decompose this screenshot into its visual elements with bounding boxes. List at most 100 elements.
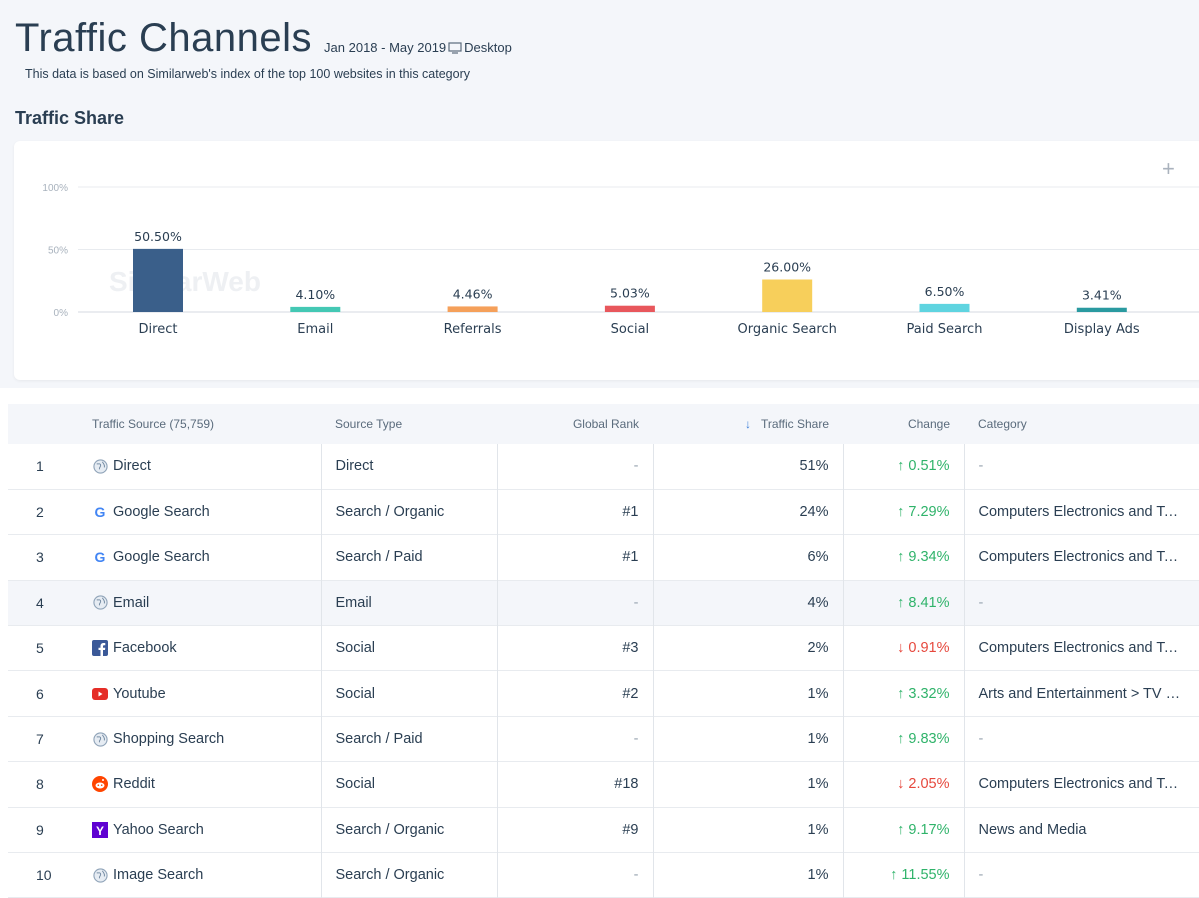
y-tick-label: 0% <box>54 308 69 319</box>
row-index: 10 <box>36 867 52 884</box>
change-cell: ↑ 0.51% <box>842 444 964 490</box>
globe-icon <box>92 731 108 747</box>
row-index: 5 <box>36 640 44 657</box>
table-row[interactable]: 10 Image Search Search / Organic -1% ↑ 11.55… <box>8 852 1199 898</box>
table-row[interactable]: 2 G Google Search Search / Organic #1 24% ↑ 7.… <box>8 489 1199 535</box>
y-tick-label: 100% <box>42 183 68 194</box>
traffic-share-cell: 1% <box>652 670 843 717</box>
bar <box>919 303 970 312</box>
bar <box>1076 307 1127 312</box>
change-cell: ↓ 0.91% <box>842 625 964 671</box>
google-icon: G <box>94 549 106 566</box>
category-cell[interactable]: - <box>963 580 1199 626</box>
global-rank-cell: #1 <box>496 489 653 535</box>
change-cell: ↑ 7.29% <box>842 489 964 535</box>
change-value: 3.32% <box>908 685 950 702</box>
table-row[interactable]: 5 Facebook Social #3 2% ↓ 0.91% Computers Elec… <box>8 625 1199 671</box>
source-type-cell: Search / Paid <box>320 716 497 762</box>
change-down-icon: ↓ <box>897 640 905 657</box>
category-cell[interactable]: - <box>963 444 1199 490</box>
table-row[interactable]: 9 Y Yahoo Search Search / Organic #9 1% ↑ 9.17… <box>8 807 1199 853</box>
category-cell[interactable]: - <box>963 716 1199 762</box>
table-row[interactable]: 3 G Google Search Search / Paid #1 6% ↑ 9.34% C… <box>8 534 1199 581</box>
row-index: 2 <box>36 504 44 521</box>
traffic-source-name[interactable]: Facebook <box>113 640 177 656</box>
change-up-icon: ↑ <box>897 458 905 475</box>
traffic-source-cell[interactable]: Email <box>78 580 321 625</box>
traffic-source-name[interactable]: Image Search <box>113 867 203 883</box>
change-up-icon: ↑ <box>897 685 905 702</box>
category-cell[interactable]: Computers Electronics and Technology <box>963 489 1199 535</box>
category-cell[interactable]: - <box>963 852 1199 898</box>
change-value: 9.83% <box>908 731 950 748</box>
sort-down-icon: ↓ <box>744 417 751 431</box>
col-traffic-source[interactable]: Traffic Source (75,759) <box>78 404 321 444</box>
change-cell: ↑ 3.32% <box>842 670 964 717</box>
traffic-source-cell[interactable]: Shopping Search <box>78 716 321 761</box>
global-rank-cell: #2 <box>496 670 653 717</box>
traffic-source-name[interactable]: Shopping Search <box>113 731 224 747</box>
source-type-cell: Social <box>320 670 497 717</box>
traffic-source-cell[interactable]: Facebook <box>78 626 321 671</box>
traffic-source-name[interactable]: Youtube <box>113 686 166 702</box>
traffic-source-cell[interactable]: Image Search <box>78 853 321 898</box>
category-cell[interactable]: Computers Electronics and Technology <box>963 761 1199 808</box>
category-cell[interactable]: News and Media <box>963 807 1199 853</box>
traffic-share-cell: 51% <box>652 444 843 490</box>
col-traffic-share[interactable]: ↓ Traffic Share <box>653 404 843 444</box>
table-row[interactable]: 8 Reddit Social #18 1% ↓ 2.05% Computers Elect… <box>8 761 1199 808</box>
change-value: 9.17% <box>908 821 950 838</box>
category-cell[interactable]: Computers Electronics and Technology <box>963 625 1199 671</box>
change-value: 0.51% <box>908 458 950 475</box>
change-cell: ↑ 8.41% <box>842 580 964 626</box>
globe-icon <box>92 867 108 883</box>
x-tick-label: Direct <box>139 322 178 337</box>
traffic-source-name[interactable]: Direct <box>113 458 151 474</box>
y-tick-label: 50% <box>48 246 68 257</box>
table-row[interactable]: 7 Shopping Search Search / Paid -1% ↑ 9.83% - <box>8 716 1199 762</box>
change-cell: ↓ 2.05% <box>842 761 964 808</box>
traffic-source-cell[interactable]: Reddit <box>78 762 321 807</box>
change-cell: ↑ 9.83% <box>842 716 964 762</box>
global-rank-cell: #3 <box>496 625 653 671</box>
global-rank-cell: #1 <box>496 534 653 581</box>
x-tick-label: Social <box>611 322 650 337</box>
col-global-rank[interactable]: Global Rank <box>497 404 653 444</box>
category-cell[interactable]: Computers Electronics and Technology <box>963 534 1199 581</box>
data-label: 5.03% <box>610 286 650 301</box>
traffic-source-name[interactable]: Google Search <box>113 549 210 565</box>
traffic-source-name[interactable]: Reddit <box>113 776 155 792</box>
traffic-source-cell[interactable]: Youtube <box>78 671 321 716</box>
col-category[interactable]: Category <box>964 404 1199 444</box>
youtube-icon <box>92 686 108 702</box>
col-source-type[interactable]: Source Type <box>321 404 497 444</box>
change-up-icon: ↑ <box>897 821 905 838</box>
change-up-icon: ↑ <box>897 549 905 566</box>
table-row[interactable]: 4 Email Email -4% ↑ 8.41% - <box>8 580 1199 626</box>
traffic-source-cell[interactable]: G Google Search <box>78 489 321 534</box>
change-cell: ↑ 9.17% <box>842 807 964 853</box>
traffic-source-name[interactable]: Email <box>113 595 149 611</box>
row-index: 8 <box>36 776 44 793</box>
traffic-share-cell: 1% <box>652 716 843 762</box>
source-type-cell: Email <box>320 580 497 626</box>
x-tick-label: Organic Search <box>738 322 837 337</box>
traffic-source-name[interactable]: Google Search <box>113 504 210 520</box>
category-cell[interactable]: Arts and Entertainment > TV Movies and S… <box>963 670 1199 717</box>
traffic-share-cell: 6% <box>652 534 843 581</box>
global-rank-cell: - <box>496 444 653 490</box>
traffic-source-cell[interactable]: Direct <box>78 444 321 489</box>
traffic-share-chart: 100% 50% 0% SimilarWeb 50.50% Direct 4.10% Emai… <box>42 183 1199 337</box>
traffic-source-cell[interactable]: G Google Search <box>78 535 321 580</box>
row-index: 3 <box>36 549 44 566</box>
table-row[interactable]: 1 Direct Direct -51% ↑ 0.51% - <box>8 444 1199 490</box>
col-change[interactable]: Change <box>843 404 964 444</box>
source-type-cell: Social <box>320 625 497 671</box>
data-label: 4.46% <box>453 286 493 301</box>
yahoo-icon: Y <box>92 821 108 838</box>
table-row[interactable]: 6 Youtube Social #2 1% ↑ 3.32% Arts and Entert… <box>8 670 1199 717</box>
change-cell: ↑ 11.55% <box>842 852 964 898</box>
facebook-icon <box>92 640 108 657</box>
traffic-source-cell[interactable]: Y Yahoo Search <box>78 807 321 852</box>
traffic-source-name[interactable]: Yahoo Search <box>113 822 204 838</box>
